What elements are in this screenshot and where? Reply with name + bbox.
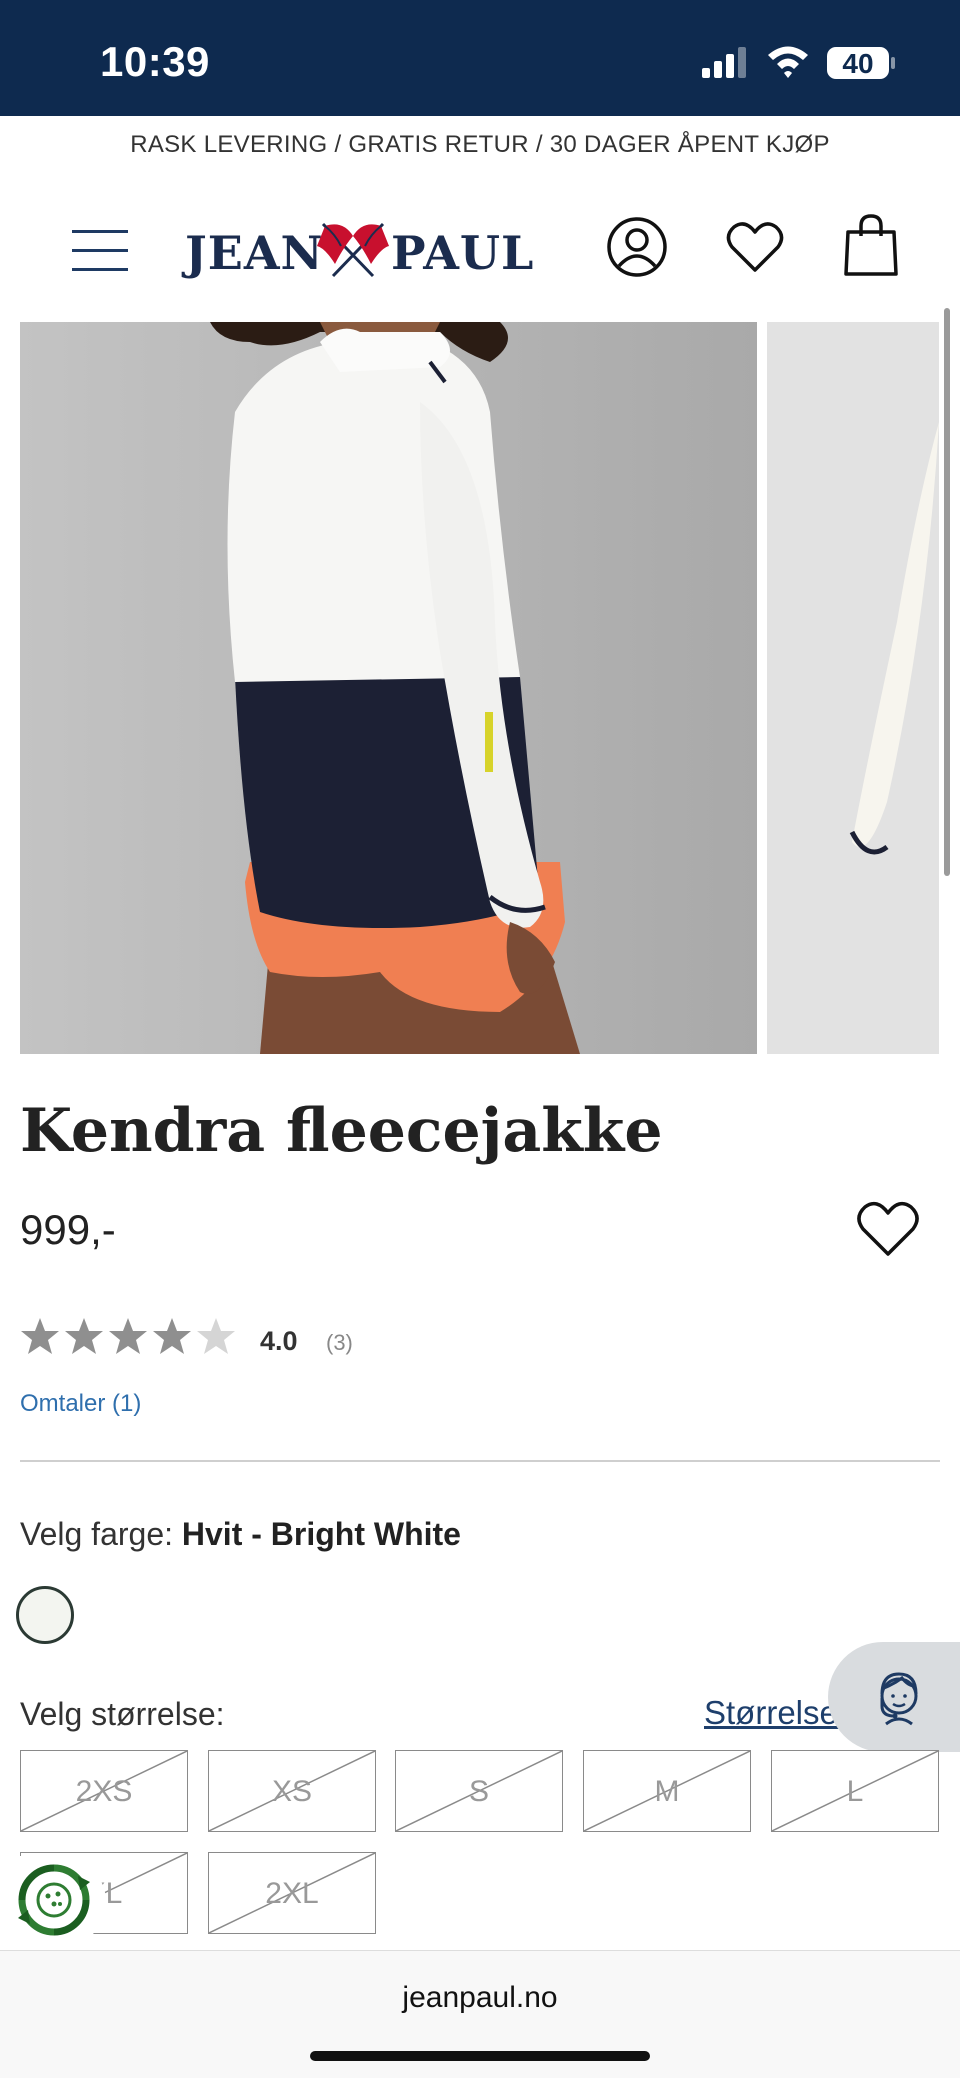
size-option-label: XS <box>271 1775 313 1808</box>
browser-url[interactable]: jeanpaul.no <box>0 1981 960 2015</box>
section-divider <box>20 1460 940 1462</box>
size-option-label: M <box>654 1775 680 1808</box>
size-option-s[interactable]: S <box>395 1750 563 1832</box>
product-photo-flat-view <box>767 322 939 1054</box>
customer-service-button[interactable] <box>828 1642 960 1752</box>
reviews-link[interactable]: Omtaler (1) <box>20 1390 141 1418</box>
cellular-signal-icon <box>702 47 746 78</box>
logo-text-right: PAUL <box>391 226 535 280</box>
menu-icon[interactable] <box>72 228 128 274</box>
product-image-gallery[interactable] <box>0 322 960 1054</box>
rating-count: (3) <box>326 1330 353 1355</box>
selected-color-name: Hvit - Bright White <box>181 1516 461 1552</box>
shopping-bag-icon[interactable] <box>844 214 898 276</box>
sustainability-badge[interactable] <box>14 1856 106 1948</box>
product-title: Kendra fleecejakke <box>20 1096 663 1166</box>
status-time: 10:39 <box>100 38 210 85</box>
size-option-m[interactable]: M <box>583 1750 751 1832</box>
user-icon[interactable] <box>606 216 668 278</box>
support-agent-icon <box>880 1672 918 1726</box>
star-filled-icon <box>65 1318 103 1354</box>
size-option-l[interactable]: L <box>771 1750 939 1832</box>
product-photo-back-view <box>20 322 757 1054</box>
size-selection-label: Velg størrelse: <box>20 1696 225 1732</box>
color-swatch-white[interactable] <box>16 1586 74 1644</box>
star-filled-icon <box>109 1318 147 1354</box>
page-scrollbar[interactable] <box>944 308 950 876</box>
promo-banner: RASK LEVERING / GRATIS RETUR / 30 DAGER … <box>130 131 830 158</box>
size-option-label: 2XL <box>265 1877 319 1910</box>
heart-icon[interactable] <box>726 220 784 274</box>
star-filled-icon <box>153 1318 191 1354</box>
color-label-prefix: Velg farge: <box>20 1516 173 1552</box>
wishlist-heart-icon[interactable] <box>856 1200 920 1258</box>
rating-stars[interactable] <box>20 1316 240 1356</box>
product-image-next[interactable] <box>767 322 939 1054</box>
recycle-leaf-icon <box>18 1864 90 1936</box>
rating-value: 4.0 <box>260 1326 298 1356</box>
color-selection-label: Velg farge: Hvit - Bright White <box>20 1516 461 1553</box>
jeanpaul-logo[interactable]: JEAN PAUL <box>185 214 533 284</box>
browser-address-bar[interactable]: jeanpaul.no <box>0 1950 960 2078</box>
size-option-2xl[interactable]: 2XL <box>208 1852 376 1934</box>
size-option-2xs[interactable]: 2XS <box>20 1750 188 1832</box>
product-image-main[interactable] <box>20 322 757 1054</box>
size-option-label: L <box>846 1775 864 1808</box>
size-option-label: 2XS <box>75 1775 133 1808</box>
battery-level: 40 <box>842 48 874 79</box>
logo-text-left: JEAN <box>185 226 324 280</box>
wifi-icon <box>768 46 808 78</box>
size-option-label: S <box>468 1775 489 1808</box>
status-bar: 10:39 40 <box>0 0 960 116</box>
size-option-xs[interactable]: XS <box>208 1750 376 1832</box>
product-price: 999,- <box>20 1206 116 1253</box>
star-filled-icon <box>21 1318 59 1354</box>
home-indicator[interactable] <box>310 2051 650 2061</box>
site-header: JEAN PAUL <box>0 174 960 322</box>
crossed-flags-icon <box>317 222 389 278</box>
star-empty-icon <box>197 1318 235 1354</box>
